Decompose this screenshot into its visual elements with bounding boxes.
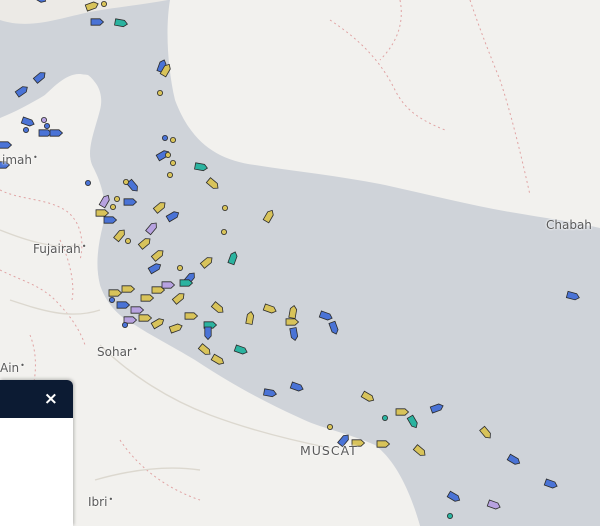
vessel-marker-cargo[interactable]: [285, 318, 300, 326]
place-label-al-ain[interactable]: Ain•: [0, 361, 25, 375]
vessel-marker-cargo[interactable]: [140, 294, 155, 302]
place-name: Fujairah: [33, 242, 81, 256]
place-label-ras-al-khaimah[interactable]: imah•: [2, 153, 38, 167]
vessel-marker-cargo[interactable]: [176, 264, 183, 271]
vessel-marker-cargo[interactable]: [138, 314, 153, 322]
vessel-marker-tanker[interactable]: [204, 326, 212, 341]
vessel-marker-cargo[interactable]: [110, 203, 117, 210]
vessel-marker-cargo[interactable]: [123, 178, 130, 185]
vessel-marker-cargo[interactable]: [221, 204, 228, 211]
place-name: Ibri: [88, 495, 108, 509]
vessel-marker-tanker[interactable]: [44, 123, 51, 130]
vessel-marker-cargo[interactable]: [220, 228, 227, 235]
vessel-marker-passenger[interactable]: [161, 281, 176, 289]
vessel-marker-passenger[interactable]: [41, 117, 48, 124]
place-label-ibri[interactable]: Ibri•: [88, 495, 113, 509]
place-name: Chabah: [546, 218, 592, 232]
vessel-marker-cargo[interactable]: [114, 195, 121, 202]
panel-header: ×: [0, 380, 73, 418]
vessel-marker-cargo[interactable]: [395, 408, 410, 416]
vessel-marker-cargo[interactable]: [125, 237, 132, 244]
vessel-marker-tanker[interactable]: [122, 321, 129, 328]
vessel-marker-tug[interactable]: [179, 279, 194, 287]
vessel-marker-cargo[interactable]: [169, 136, 176, 143]
vessel-marker-tug[interactable]: [381, 414, 388, 421]
vessel-marker-tanker[interactable]: [109, 296, 116, 303]
vessel-marker-tanker[interactable]: [116, 301, 131, 309]
vessel-marker-tanker[interactable]: [49, 129, 64, 137]
vessel-info-panel: ×: [0, 380, 73, 526]
place-name: Ain: [0, 361, 20, 375]
vessel-marker-cargo[interactable]: [166, 171, 173, 178]
vessel-marker-tug[interactable]: [446, 513, 453, 520]
vessel-marker-tanker[interactable]: [85, 179, 92, 186]
vessel-marker-cargo[interactable]: [108, 289, 123, 297]
vessel-marker-tanker[interactable]: [123, 198, 138, 206]
vessel-marker-cargo[interactable]: [326, 423, 333, 430]
close-icon[interactable]: ×: [44, 390, 58, 408]
vessel-marker-cargo[interactable]: [169, 159, 176, 166]
vessel-marker-tanker[interactable]: [22, 127, 29, 134]
vessel-marker-tanker[interactable]: [103, 216, 118, 224]
vessel-marker-cargo[interactable]: [121, 285, 136, 293]
vessel-marker-cargo[interactable]: [184, 312, 199, 320]
place-label-sohar[interactable]: Sohar•: [97, 345, 138, 359]
vessel-marker-cargo[interactable]: [95, 209, 110, 217]
vessel-marker-cargo[interactable]: [101, 1, 108, 7]
place-label-chabahar[interactable]: Chabah: [546, 218, 592, 232]
vessel-marker-cargo[interactable]: [376, 440, 391, 448]
vessel-marker-passenger[interactable]: [130, 306, 145, 314]
vessel-marker-cargo[interactable]: [151, 286, 166, 294]
place-label-muscat[interactable]: MUSCAT: [300, 443, 358, 458]
place-name: MUSCAT: [300, 443, 358, 458]
place-label-fujairah[interactable]: Fujairah•: [33, 242, 86, 256]
vessel-marker-cargo[interactable]: [156, 90, 163, 97]
vessel-marker-cargo[interactable]: [164, 151, 171, 158]
vessel-marker-tanker[interactable]: [90, 18, 105, 26]
place-name: imah: [2, 153, 32, 167]
place-name: Sohar: [97, 345, 132, 359]
vessel-marker-tanker[interactable]: [161, 134, 168, 141]
